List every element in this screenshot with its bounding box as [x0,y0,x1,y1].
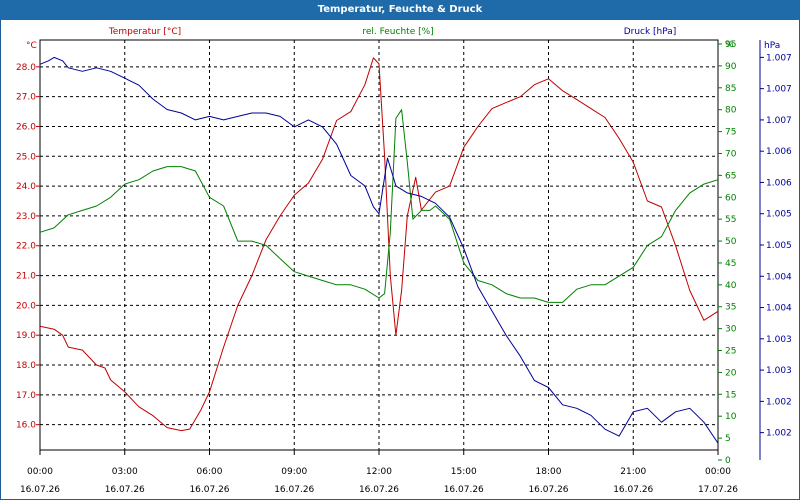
humidity-tick-label: 0 [725,456,731,466]
x-tick-time: 18:00 [536,467,562,477]
humidity-tick-label: 70 [725,149,737,159]
x-tick-time: 03:00 [112,467,138,477]
humidity-tick-label: 45 [725,259,736,269]
humidity-tick-label: 5 [725,434,731,444]
humidity-tick-label: 35 [725,303,736,313]
pressure-tick-label: 1.004 [766,272,792,282]
pressure-tick-label: 1.002 [766,397,792,407]
temperature-tick-label: 17.0 [16,391,36,401]
humidity-tick-label: 75 [725,128,736,138]
temperature-tick-label: 21.0 [16,272,36,282]
x-tick-date: 16.07.26 [105,485,145,495]
x-tick-date: 16.07.26 [20,485,60,495]
temperature-tick-label: 24.0 [16,182,36,192]
humidity-tick-label: 65 [725,171,736,181]
pressure-unit-label: hPa [764,41,780,51]
temperature-tick-label: 25.0 [16,152,36,162]
temperature-unit-label: °C [26,41,37,51]
x-tick-time: 00:00 [705,467,731,477]
humidity-tick-label: 30 [725,325,737,335]
x-tick-time: 12:00 [366,467,392,477]
x-tick-date: 17.07.26 [698,485,738,495]
temperature-tick-label: 19.0 [16,331,36,341]
humidity-axis-label: rel. Feuchte [%] [362,27,433,37]
pressure-tick-label: 1.003 [766,366,792,376]
pressure-tick-label: 1.006 [766,147,792,157]
humidity-tick-label: 60 [725,193,737,203]
humidity-tick-label: 10 [725,412,737,422]
pressure-tick-label: 1.007 [766,116,792,126]
pressure-tick-label: 1.007 [766,85,792,95]
temperature-axis-label: Temperatur [°C] [108,27,181,37]
temperature-tick-label: 20.0 [16,301,36,311]
pressure-tick-label: 1.003 [766,335,792,345]
x-tick-date: 16.07.26 [274,485,314,495]
x-tick-date: 16.07.26 [613,485,653,495]
temperature-tick-label: 18.0 [16,361,36,371]
pressure-tick-label: 1.002 [766,429,792,439]
x-tick-time: 00:00 [27,467,53,477]
temperature-tick-label: 22.0 [16,242,36,252]
humidity-tick-label: 25 [725,347,736,357]
humidity-tick-label: 50 [725,237,737,247]
humidity-tick-label: 40 [725,281,737,291]
x-tick-time: 21:00 [620,467,646,477]
x-tick-time: 06:00 [197,467,223,477]
pressure-axis-label: Druck [hPa] [624,27,677,37]
humidity-tick-label: 80 [725,106,737,116]
axes: 00:00 16.07.26 03:00 16.07.26 06:00 16.07.26 0… [16,40,792,495]
temperature-tick-label: 16.0 [16,421,36,431]
humidity-tick-label: 55 [725,215,736,225]
temperature-tick-label: 26.0 [16,122,36,132]
humidity-tick-label: 85 [725,84,736,94]
temperature-tick-label: 23.0 [16,212,36,222]
temperature-tick-label: 28.0 [16,63,36,73]
pressure-tick-label: 1.005 [766,241,792,251]
pressure-tick-label: 1.004 [766,304,792,314]
x-tick-date: 16.07.26 [444,485,484,495]
x-tick-date: 16.07.26 [189,485,229,495]
humidity-tick-label: 20 [725,368,737,378]
humidity-tick-label: % [725,40,734,50]
x-tick-time: 09:00 [281,467,307,477]
grid-lines [40,40,718,450]
pressure-tick-label: 1.007 [766,53,792,63]
x-tick-date: 16.07.26 [359,485,399,495]
pressure-tick-label: 1.005 [766,210,792,220]
pressure-tick-label: 1.006 [766,178,792,188]
temperature-tick-label: 27.0 [16,93,36,103]
x-tick-date: 16.07.26 [528,485,568,495]
chart-canvas: 00:00 16.07.26 03:00 16.07.26 06:00 16.07.26 0… [16,27,792,495]
x-tick-time: 15:00 [451,467,477,477]
humidity-tick-label: 15 [725,390,736,400]
humidity-tick-label: 90 [725,62,737,72]
